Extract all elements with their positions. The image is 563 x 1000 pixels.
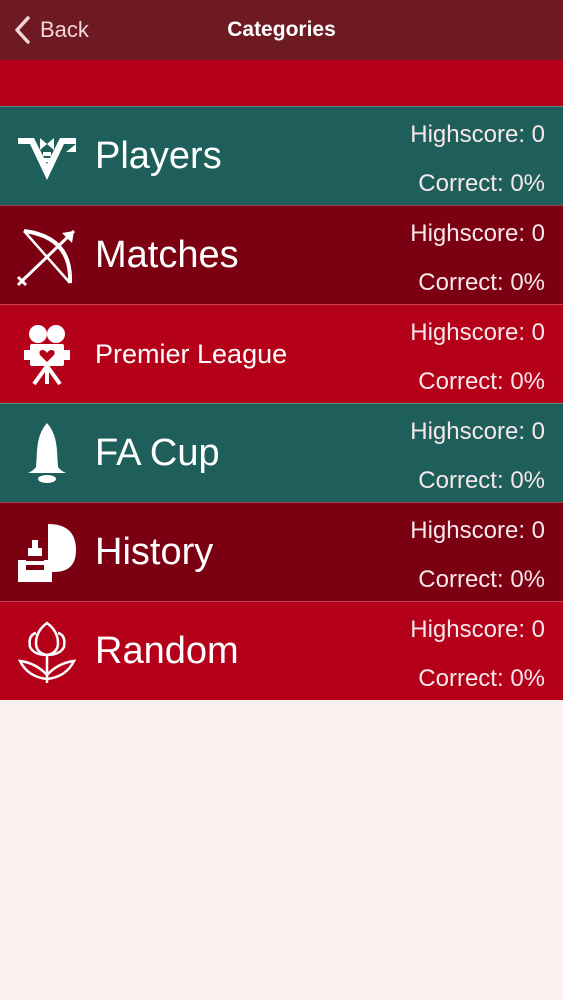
highscore-label: Highscore: 0 <box>410 121 545 148</box>
correct-label: Correct: 0% <box>418 566 545 593</box>
category-row-matches[interactable]: Matches Highscore: 0 Correct: 0% <box>0 205 563 304</box>
category-title: Random <box>95 630 239 672</box>
highscore-label: Highscore: 0 <box>410 418 545 445</box>
category-title: Premier League <box>95 339 288 369</box>
category-title: History <box>95 531 214 573</box>
category-row-history[interactable]: History Highscore: 0 Correct: 0% <box>0 502 563 601</box>
bell-icon <box>14 421 80 487</box>
back-button[interactable]: Back <box>12 12 89 48</box>
category-row-random[interactable]: Random Highscore: 0 Correct: 0% <box>0 601 563 700</box>
category-row-premier-league[interactable]: Premier League Highscore: 0 Correct: 0% <box>0 304 563 403</box>
sculpture-icon <box>14 520 80 586</box>
category-title: Players <box>95 135 222 177</box>
category-row-fa-cup[interactable]: FA Cup Highscore: 0 Correct: 0% <box>0 403 563 502</box>
category-title: Matches <box>95 234 239 276</box>
correct-label: Correct: 0% <box>418 665 545 692</box>
header-band <box>0 60 563 106</box>
bow-and-arrow-icon <box>14 223 80 289</box>
highscore-label: Highscore: 0 <box>410 220 545 247</box>
tuxedo-icon <box>14 124 80 190</box>
highscore-label: Highscore: 0 <box>410 319 545 346</box>
navigation-bar: Back Categories <box>0 0 563 60</box>
chevron-left-icon <box>15 16 30 44</box>
category-list: Players Highscore: 0 Correct: 0% Matches… <box>0 106 563 700</box>
highscore-label: Highscore: 0 <box>410 517 545 544</box>
correct-label: Correct: 0% <box>418 269 545 296</box>
correct-label: Correct: 0% <box>418 170 545 197</box>
highscore-label: Highscore: 0 <box>410 616 545 643</box>
correct-label: Correct: 0% <box>418 368 545 395</box>
tulip-icon <box>14 619 80 685</box>
category-title: FA Cup <box>95 432 220 474</box>
back-label: Back <box>40 17 89 42</box>
movie-camera-icon <box>14 322 80 388</box>
correct-label: Correct: 0% <box>418 467 545 494</box>
category-row-players[interactable]: Players Highscore: 0 Correct: 0% <box>0 106 563 205</box>
